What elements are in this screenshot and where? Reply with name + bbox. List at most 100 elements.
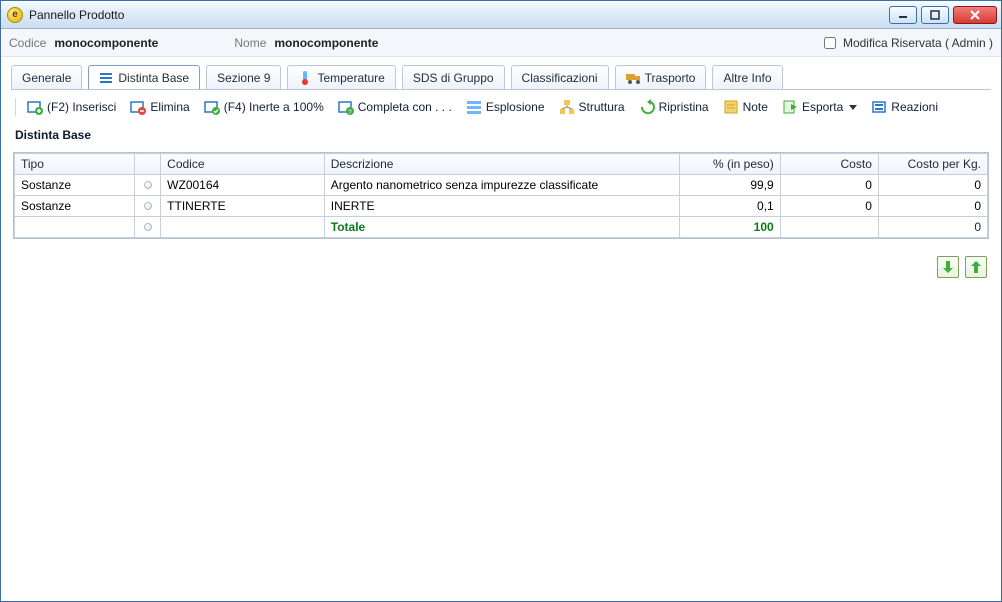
cell-status bbox=[134, 217, 160, 238]
tab-label: Generale bbox=[22, 71, 71, 85]
col-codice[interactable]: Codice bbox=[161, 154, 325, 175]
cell-codice[interactable]: WZ00164 bbox=[161, 175, 325, 196]
completa-icon: ? bbox=[338, 99, 354, 115]
table-row[interactable]: Sostanze TTINERTE INERTE 0,1 0 0 bbox=[15, 196, 988, 217]
codice-value: monocomponente bbox=[54, 36, 158, 50]
table-total-row: Totale 100 0 bbox=[15, 217, 988, 238]
ripristina-button[interactable]: Ripristina bbox=[634, 96, 716, 118]
tab-label: Altre Info bbox=[723, 71, 771, 85]
nome-value: monocomponente bbox=[274, 36, 378, 50]
maximize-icon bbox=[930, 10, 940, 20]
note-button[interactable]: Note bbox=[718, 96, 775, 118]
tab-label: Trasporto bbox=[645, 71, 696, 85]
reazioni-label: Reazioni bbox=[891, 100, 938, 114]
esplosione-label: Esplosione bbox=[486, 100, 545, 114]
struttura-label: Struttura bbox=[579, 100, 625, 114]
cell-peso[interactable]: 0,1 bbox=[680, 196, 780, 217]
struttura-icon bbox=[559, 99, 575, 115]
tab-label: Classificazioni bbox=[522, 71, 598, 85]
struttura-button[interactable]: Struttura bbox=[554, 96, 632, 118]
cell-codice[interactable]: TTINERTE bbox=[161, 196, 325, 217]
note-label: Note bbox=[743, 100, 768, 114]
inerte-icon bbox=[204, 99, 220, 115]
col-status[interactable] bbox=[134, 154, 160, 175]
col-costo[interactable]: Costo bbox=[780, 154, 878, 175]
tabstrip: Generale Distinta Base Sezione 9 Tempera… bbox=[1, 57, 1001, 89]
cell-descrizione[interactable]: INERTE bbox=[324, 196, 680, 217]
cell-total-costokg: 0 bbox=[878, 217, 987, 238]
header-row: Codice monocomponente Nome monocomponent… bbox=[1, 29, 1001, 57]
maximize-button[interactable] bbox=[921, 6, 949, 24]
modifica-riservata-input[interactable] bbox=[824, 37, 836, 49]
esplosione-icon bbox=[466, 99, 482, 115]
status-dot-icon bbox=[144, 181, 152, 189]
modifica-riservata-label: Modifica Riservata ( Admin ) bbox=[843, 36, 993, 50]
cell-costokg[interactable]: 0 bbox=[878, 196, 987, 217]
cell-tipo[interactable]: Sostanze bbox=[15, 196, 135, 217]
cell-codice bbox=[161, 217, 325, 238]
restore-icon bbox=[639, 99, 655, 115]
tab-sezione9[interactable]: Sezione 9 bbox=[206, 65, 281, 89]
close-button[interactable] bbox=[953, 6, 997, 24]
table-row[interactable]: Sostanze WZ00164 Argento nanometrico sen… bbox=[15, 175, 988, 196]
codice-label: Codice bbox=[9, 36, 46, 50]
move-down-button[interactable] bbox=[937, 256, 959, 278]
cell-tipo[interactable]: Sostanze bbox=[15, 175, 135, 196]
inserisci-button[interactable]: (F2) Inserisci bbox=[22, 96, 123, 118]
tab-altre-info[interactable]: Altre Info bbox=[712, 65, 782, 89]
esporta-button[interactable]: Esporta bbox=[777, 96, 864, 118]
inserisci-label: (F2) Inserisci bbox=[47, 100, 116, 114]
distinta-base-table[interactable]: Tipo Codice Descrizione % (in peso) Cost… bbox=[14, 153, 988, 238]
completa-button[interactable]: ? Completa con . . . bbox=[333, 96, 459, 118]
window-title: Pannello Prodotto bbox=[29, 8, 883, 22]
esplosione-button[interactable]: Esplosione bbox=[461, 96, 552, 118]
tab-temperature[interactable]: Temperature bbox=[287, 65, 395, 89]
move-up-button[interactable] bbox=[965, 256, 987, 278]
elimina-label: Elimina bbox=[150, 100, 189, 114]
cell-status[interactable] bbox=[134, 196, 160, 217]
esporta-label: Esporta bbox=[802, 100, 843, 114]
titlebar: e Pannello Prodotto bbox=[1, 1, 1001, 29]
tab-generale[interactable]: Generale bbox=[11, 65, 82, 89]
nome-label: Nome bbox=[234, 36, 266, 50]
modifica-riservata-checkbox[interactable]: Modifica Riservata ( Admin ) bbox=[820, 34, 993, 52]
toolbar: (F2) Inserisci Elimina (F4) Inerte a 100… bbox=[1, 90, 1001, 124]
delete-icon bbox=[130, 99, 146, 115]
app-icon: e bbox=[7, 7, 23, 23]
minimize-icon bbox=[898, 10, 908, 20]
col-tipo[interactable]: Tipo bbox=[15, 154, 135, 175]
tab-sds-gruppo[interactable]: SDS di Gruppo bbox=[402, 65, 505, 89]
cell-costo[interactable]: 0 bbox=[780, 196, 878, 217]
cell-total-peso: 100 bbox=[680, 217, 780, 238]
elimina-button[interactable]: Elimina bbox=[125, 96, 196, 118]
table-header-row: Tipo Codice Descrizione % (in peso) Cost… bbox=[15, 154, 988, 175]
status-dot-icon bbox=[144, 223, 152, 231]
cell-descrizione[interactable]: Argento nanometrico senza impurezze clas… bbox=[324, 175, 680, 196]
cell-costo[interactable]: 0 bbox=[780, 175, 878, 196]
completa-label: Completa con . . . bbox=[358, 100, 452, 114]
tab-classificazioni[interactable]: Classificazioni bbox=[511, 65, 609, 89]
cell-tipo bbox=[15, 217, 135, 238]
col-costokg[interactable]: Costo per Kg. bbox=[878, 154, 987, 175]
tab-label: SDS di Gruppo bbox=[413, 71, 494, 85]
cell-total-label: Totale bbox=[324, 217, 680, 238]
reazioni-icon bbox=[871, 99, 887, 115]
truck-icon bbox=[626, 71, 640, 85]
cell-status[interactable] bbox=[134, 175, 160, 196]
inerte-label: (F4) Inerte a 100% bbox=[224, 100, 324, 114]
tab-distinta-base[interactable]: Distinta Base bbox=[88, 65, 200, 89]
cell-costokg[interactable]: 0 bbox=[878, 175, 987, 196]
panel-title: Distinta Base bbox=[1, 124, 1001, 144]
close-icon bbox=[969, 10, 981, 20]
ripristina-label: Ripristina bbox=[659, 100, 709, 114]
tab-label: Sezione 9 bbox=[217, 71, 270, 85]
arrow-up-icon bbox=[970, 260, 982, 274]
tab-trasporto[interactable]: Trasporto bbox=[615, 65, 707, 89]
col-descrizione[interactable]: Descrizione bbox=[324, 154, 680, 175]
thermometer-icon bbox=[298, 71, 312, 85]
inerte-button[interactable]: (F4) Inerte a 100% bbox=[199, 96, 331, 118]
reazioni-button[interactable]: Reazioni bbox=[866, 96, 945, 118]
col-peso[interactable]: % (in peso) bbox=[680, 154, 780, 175]
minimize-button[interactable] bbox=[889, 6, 917, 24]
cell-peso[interactable]: 99,9 bbox=[680, 175, 780, 196]
